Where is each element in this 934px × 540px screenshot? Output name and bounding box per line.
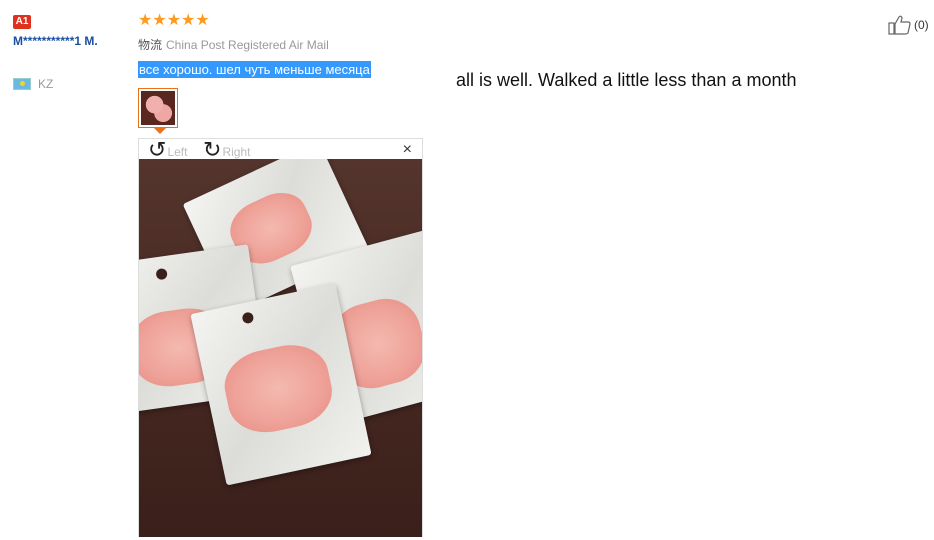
country-code: KZ <box>38 77 54 91</box>
photo-bag-hole <box>241 311 255 325</box>
thumbnail-image <box>141 91 175 125</box>
review-entry: A1 M***********1 M. KZ ★★★★★ 物流 China Pos… <box>0 0 934 540</box>
star-rating: ★★★★★ <box>138 12 210 29</box>
flag-icon <box>13 78 31 90</box>
rotate-right-icon: ↻ <box>203 136 222 162</box>
rotate-left-button[interactable]: ↺ Left <box>148 136 188 162</box>
buyer-country: KZ <box>13 77 53 91</box>
photo-pad <box>218 337 339 440</box>
shipping-info: 物流 China Post Registered Air Mail <box>138 36 329 53</box>
review-translation: all is well. Walked a little less than a… <box>456 70 797 90</box>
photo-bag-hole <box>155 267 168 281</box>
buyer-level-badge: A1 <box>13 15 31 29</box>
helpful-count: (0) <box>914 18 929 32</box>
review-photo-thumbnail[interactable] <box>138 88 178 128</box>
shipping-method: China Post Registered Air Mail <box>166 38 329 52</box>
thumbs-up-icon <box>888 15 911 35</box>
rotate-left-label: Left <box>167 144 188 159</box>
photo-viewer: ↺ Left ↻ Right × <box>138 138 423 537</box>
review-photo <box>139 159 422 537</box>
shipping-label: 物流 <box>138 38 163 52</box>
viewer-toolbar: ↺ Left ↻ Right × <box>139 136 422 162</box>
buyer-name: M***********1 M. <box>13 34 98 48</box>
rotate-left-icon: ↺ <box>148 136 167 162</box>
rotate-right-label: Right <box>222 144 251 159</box>
rotate-right-button[interactable]: ↻ Right <box>203 136 251 162</box>
close-icon[interactable]: × <box>403 140 412 160</box>
review-text: все хорошо. шел чуть меньше месяца <box>138 61 371 78</box>
thumbnail-pointer <box>154 128 166 134</box>
helpful-button[interactable]: (0) <box>888 14 929 36</box>
